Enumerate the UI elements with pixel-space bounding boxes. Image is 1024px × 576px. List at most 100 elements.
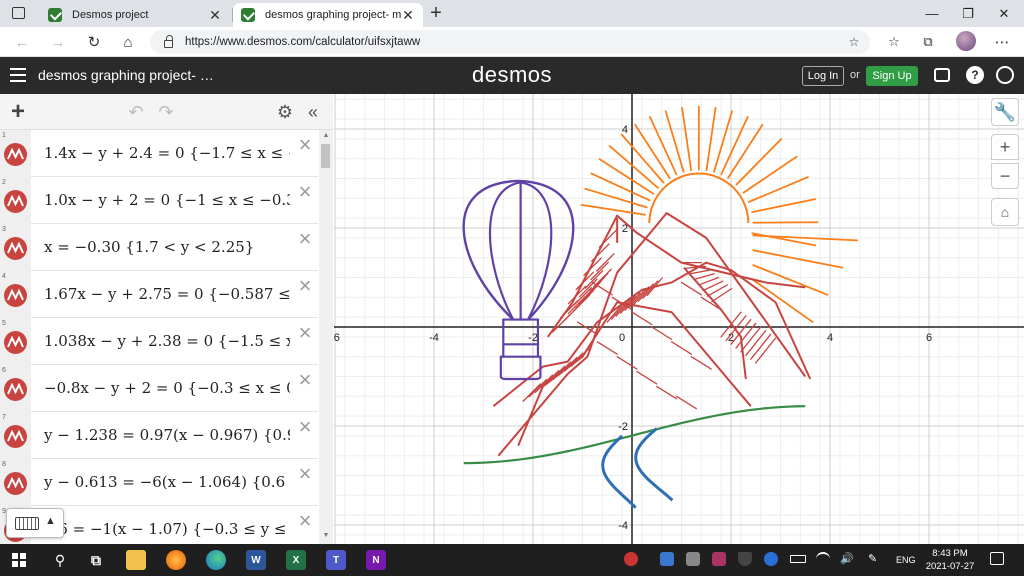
add-expression-button[interactable]: +: [6, 98, 30, 125]
zoom-in-button[interactable]: +: [991, 134, 1019, 160]
expression-input[interactable]: 1.0x − y + 2 = 0 {−1 ≤ x ≤ −0.3}: [44, 191, 290, 209]
volume-icon[interactable]: 🔊: [840, 552, 854, 566]
file-explorer-icon[interactable]: [126, 550, 146, 570]
expression-row[interactable]: 7y − 1.238 = 0.97(x − 0.967) {0.967 ×: [0, 412, 318, 459]
graph-canvas[interactable]: -6-4-2024642-2-4: [334, 94, 1024, 544]
tray-app-icon[interactable]: [624, 552, 638, 566]
tray-app-icon[interactable]: [686, 552, 700, 566]
new-tab-button[interactable]: +: [426, 2, 446, 24]
more-menu-icon[interactable]: ⋯: [990, 31, 1014, 53]
redo-icon[interactable]: ↷: [155, 100, 177, 124]
tray-app-icon[interactable]: [660, 552, 674, 566]
expression-input[interactable]: −0.8x − y + 2 = 0 {−0.3 ≤ x ≤ 0.96: [44, 379, 290, 397]
expression-color-icon[interactable]: [4, 331, 27, 354]
expression-color-icon[interactable]: [4, 143, 27, 166]
gear-icon[interactable]: ⚙: [274, 100, 296, 124]
close-window-button[interactable]: ✕: [986, 0, 1022, 27]
task-view-icon[interactable]: ⧉: [86, 550, 106, 570]
bluetooth-icon[interactable]: [764, 552, 778, 566]
expression-row[interactable]: 5 1.038x − y + 2.38 = 0 {−1.5 ≤ x ≤ ×: [0, 318, 318, 365]
expression-input[interactable]: 1.67x − y + 2.75 = 0 {−0.587 ≤ x ≤: [44, 285, 290, 303]
collapse-panel-icon[interactable]: «: [302, 100, 324, 124]
shield-icon[interactable]: [738, 552, 752, 566]
back-button[interactable]: ←: [10, 31, 34, 53]
delete-expression-icon[interactable]: ×: [296, 275, 314, 297]
delete-expression-icon[interactable]: ×: [296, 228, 314, 250]
expression-color-icon[interactable]: [4, 190, 27, 213]
expression-color-icon[interactable]: [4, 472, 27, 495]
tab-actions-icon[interactable]: [12, 7, 25, 19]
scroll-down-icon[interactable]: ▼: [321, 532, 331, 542]
delete-expression-icon[interactable]: ×: [296, 369, 314, 391]
tab-graphing-project[interactable]: desmos graphing project- math ✕: [233, 3, 423, 27]
pen-icon[interactable]: ✎: [868, 552, 882, 566]
url-field[interactable]: https://www.desmos.com/calculator/uifsxj…: [150, 30, 870, 54]
profile-avatar[interactable]: [956, 31, 976, 51]
expression-color-icon[interactable]: [4, 237, 27, 260]
home-view-icon[interactable]: ⌂: [991, 198, 1019, 226]
favorites-icon[interactable]: ☆: [882, 31, 906, 53]
tray-app-icon[interactable]: [712, 552, 726, 566]
expression-scrollbar[interactable]: ▲ ▼: [319, 130, 333, 544]
expression-input[interactable]: 0.6 = −1(x − 1.07) {−0.3 ≤ y ≤: [44, 520, 290, 538]
search-icon[interactable]: ⚲: [50, 550, 70, 570]
keyboard-toggle-button[interactable]: ▲: [6, 508, 64, 538]
expression-color-icon[interactable]: [4, 425, 27, 448]
expression-color-icon[interactable]: [4, 378, 27, 401]
word-icon[interactable]: W: [246, 550, 266, 570]
expression-input[interactable]: 1.4x − y + 2.4 = 0 {−1.7 ≤ x ≤ −1}: [44, 144, 290, 162]
edge-icon[interactable]: [206, 550, 226, 570]
delete-expression-icon[interactable]: ×: [296, 322, 314, 344]
zoom-out-button[interactable]: −: [991, 163, 1019, 189]
notifications-icon[interactable]: [990, 552, 1004, 565]
wrench-icon[interactable]: 🔧: [991, 98, 1019, 126]
forward-button[interactable]: →: [46, 31, 70, 53]
expression-input[interactable]: 1.038x − y + 2.38 = 0 {−1.5 ≤ x ≤: [44, 332, 290, 350]
login-button[interactable]: Log In: [802, 66, 844, 86]
signup-button[interactable]: Sign Up: [866, 66, 918, 86]
battery-icon[interactable]: [790, 555, 806, 563]
expression-row[interactable]: 41.67x − y + 2.75 = 0 {−0.587 ≤ x ≤×: [0, 271, 318, 318]
share-icon[interactable]: [934, 68, 950, 82]
scroll-up-icon[interactable]: ▲: [321, 132, 331, 142]
hamburger-menu-icon[interactable]: [10, 68, 26, 82]
tab-close-icon[interactable]: ✕: [401, 7, 415, 24]
teams-icon[interactable]: T: [326, 550, 346, 570]
restore-button[interactable]: ❐: [950, 0, 986, 27]
expression-row[interactable]: 8y − 0.613 = −6(x − 1.064) {0.6 ≤ y ×: [0, 459, 318, 506]
taskbar-clock[interactable]: 8:43 PM 2021-07-27: [920, 547, 980, 573]
expression-row[interactable]: 11.4x − y + 2.4 = 0 {−1.7 ≤ x ≤ −1}×: [0, 130, 318, 177]
tab-close-icon[interactable]: ✕: [208, 7, 222, 24]
expression-row[interactable]: 2 1.0x − y + 2 = 0 {−1 ≤ x ≤ −0.3} ×: [0, 177, 318, 224]
globe-icon[interactable]: [996, 66, 1014, 84]
site-settings-icon[interactable]: ☆: [842, 31, 866, 53]
delete-expression-icon[interactable]: ×: [296, 134, 314, 156]
expression-row[interactable]: 6−0.8x − y + 2 = 0 {−0.3 ≤ x ≤ 0.96×: [0, 365, 318, 412]
minimize-button[interactable]: —: [914, 0, 950, 27]
excel-icon[interactable]: X: [286, 550, 306, 570]
delete-expression-icon[interactable]: ×: [296, 416, 314, 438]
collections-icon[interactable]: ⧉: [916, 31, 940, 53]
expression-row[interactable]: 3x = −0.30 {1.7 < y < 2.25} ×: [0, 224, 318, 271]
tab-desmos-project[interactable]: Desmos project ✕: [40, 3, 230, 27]
graph-svg[interactable]: -6-4-2024642-2-4: [334, 94, 1024, 544]
desmos-favicon-icon: [241, 8, 255, 22]
expression-input[interactable]: y − 1.238 = 0.97(x − 0.967) {0.967: [44, 426, 290, 444]
undo-icon[interactable]: ↶: [125, 100, 147, 124]
graph-title[interactable]: desmos graphing project- …: [38, 67, 214, 83]
onenote-icon[interactable]: N: [366, 550, 386, 570]
expression-color-icon[interactable]: [4, 284, 27, 307]
expression-input[interactable]: x = −0.30 {1.7 < y < 2.25}: [44, 238, 290, 256]
windows-start-icon[interactable]: [12, 553, 26, 567]
home-button[interactable]: ⌂: [116, 31, 140, 53]
expression-input[interactable]: y − 0.613 = −6(x − 1.064) {0.6 ≤ y: [44, 473, 290, 491]
delete-expression-icon[interactable]: ×: [296, 510, 314, 532]
delete-expression-icon[interactable]: ×: [296, 181, 314, 203]
firefox-icon[interactable]: [166, 550, 186, 570]
refresh-button[interactable]: ↻: [82, 31, 106, 53]
wifi-icon[interactable]: [816, 552, 830, 566]
language-indicator[interactable]: ENG: [896, 555, 916, 565]
delete-expression-icon[interactable]: ×: [296, 463, 314, 485]
help-icon[interactable]: ?: [966, 66, 984, 84]
scroll-thumb[interactable]: [321, 144, 330, 168]
